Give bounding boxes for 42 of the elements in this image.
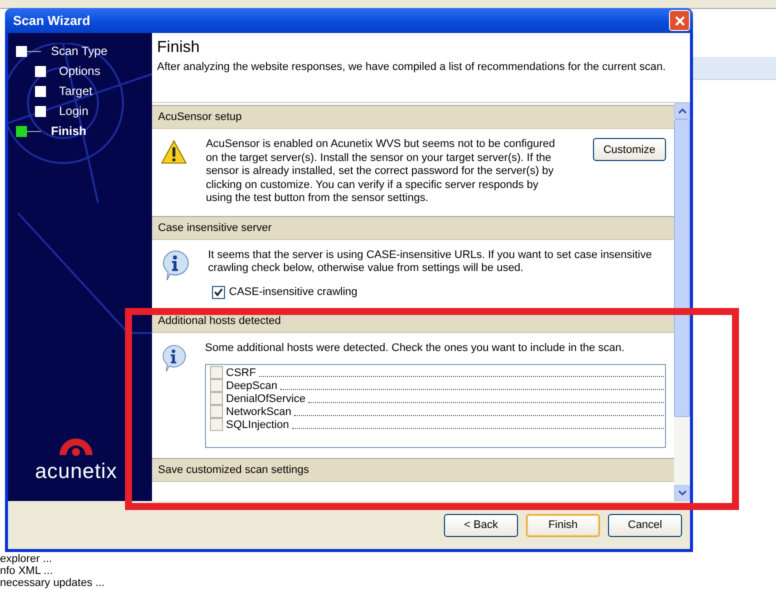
customize-button[interactable]: Customize [592,138,666,161]
section-text: AcuSensor is enabled on Acunetix WVS but seems not to be configured on the target server(s). Install the sensor on your target server(s). If the sensor is already installed, set the correct password for the server(s) by clicking on customize. You can verify if a specific server responds by using the test button from the sensor settings. [206,138,556,206]
close-button[interactable] [669,10,690,31]
step-label: Finish [51,124,86,138]
background-list-text: necessary updates ... [0,577,105,589]
close-icon [674,14,686,26]
checkbox[interactable] [210,392,223,405]
checkbox-label: CASE-insensitive crawling [229,286,358,298]
host-label[interactable]: NetworkScan [226,406,292,418]
background-list-text: explorer ... [0,553,53,565]
section-text: Some additional hosts were detected. Check the ones you want to include in the scan. [205,342,626,355]
checkbox[interactable] [210,366,223,379]
dialog-button[interactable]: < Back [444,514,518,536]
logo-text: acunetix [35,460,118,484]
dialog-button[interactable]: Finish [526,514,600,536]
background-list-text: nfo XML ... [0,565,54,577]
checkbox[interactable] [210,418,223,431]
step-label: Target [59,84,92,98]
page-description: After analyzing the website responses, we have compiled a list of recommendations for the current scan. [157,61,667,73]
checkbox[interactable] [210,405,223,418]
warning-icon [160,138,188,166]
section-header: Save customized scan settings [152,458,674,482]
scroll-thumb[interactable] [674,119,690,417]
step-label: Options [59,64,100,78]
window-title: Scan Wizard [13,13,90,28]
host-label[interactable]: CSRF [226,366,256,378]
scrollbar[interactable] [674,103,690,501]
section-text: It seems that the server is using CASE-insensitive URLs. If you want to set case insensitive crawling check below, otherwise value from settings will be used. [208,248,653,276]
scroll-down-button[interactable] [674,485,690,501]
info-icon [160,248,190,280]
section-header: Case insensitive server [152,216,674,240]
checkbox[interactable] [210,379,223,392]
scroll-up-button[interactable] [674,103,690,119]
page-title: Finish [157,39,201,57]
section-header: AcuSensor setup [152,105,674,129]
checkbox[interactable] [212,286,225,298]
dialog-button[interactable]: Cancel [608,514,682,536]
host-label[interactable]: SQLInjection [226,418,289,430]
host-label[interactable]: DenialOfService [226,392,306,404]
step-label: Scan Type [51,44,108,58]
host-label[interactable]: DeepScan [226,380,278,392]
step-label: Login [59,104,88,118]
